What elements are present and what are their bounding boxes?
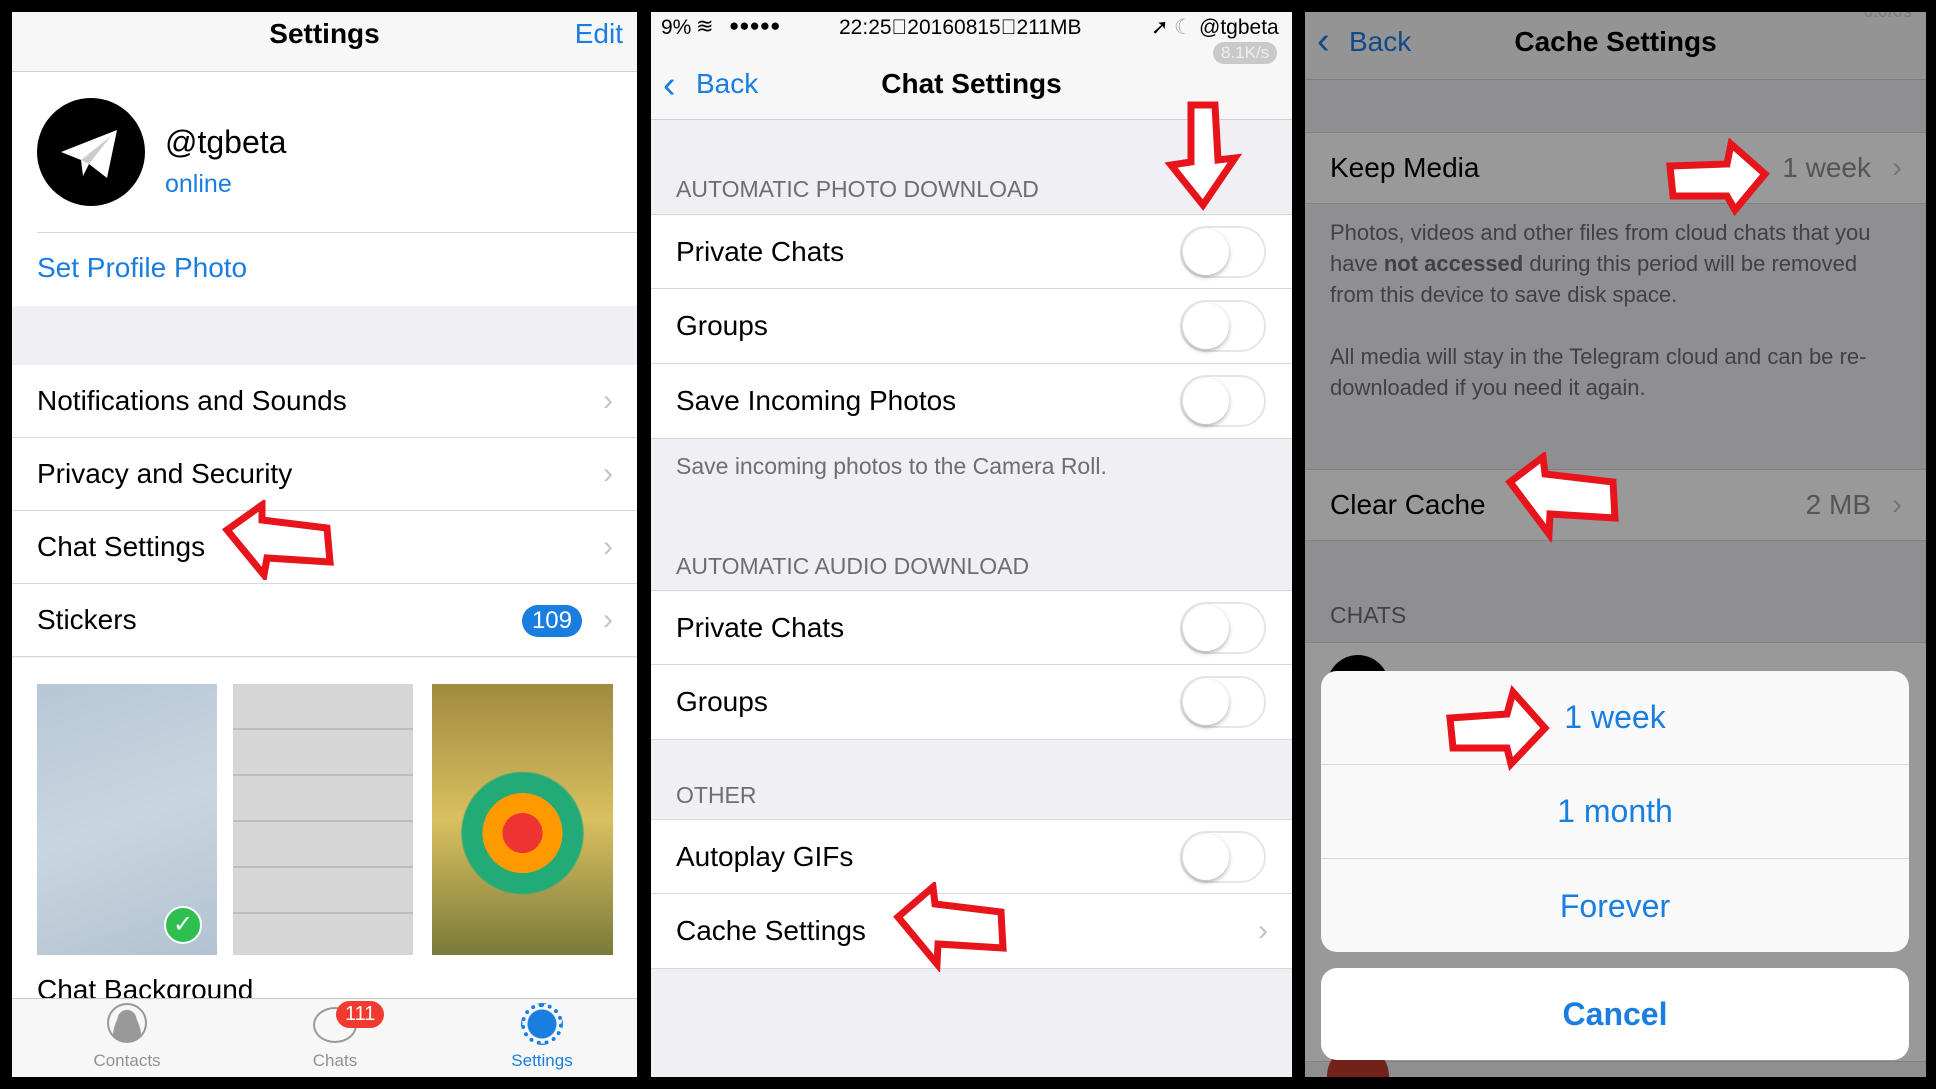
wallpaper-section: ✓ Chat Background (12, 658, 637, 1005)
tab-label: Settings (511, 1051, 573, 1070)
tab-settings[interactable]: Settings (477, 1003, 607, 1071)
toggle-row[interactable]: Groups (651, 665, 1292, 740)
toggle-switch[interactable] (1180, 375, 1266, 427)
red-arrow-annotation (222, 500, 334, 580)
option-forever[interactable]: Forever (1321, 859, 1909, 952)
avatar (37, 98, 145, 206)
toggle-switch[interactable] (1180, 300, 1266, 352)
settings-gear-icon (521, 1003, 563, 1045)
row-label: Private Chats (676, 611, 845, 643)
toggle-row[interactable]: Private Chats (651, 590, 1292, 665)
row-label: Cache Settings (676, 915, 866, 946)
tab-bar: Contacts 111 Chats Settings (12, 998, 637, 1077)
chevron-right-icon: › (603, 457, 613, 490)
section-footer: Save incoming photos to the Camera Roll. (676, 453, 1107, 479)
red-arrow-annotation (893, 882, 1007, 972)
page-title: Chat Settings (881, 68, 1062, 99)
row-notifications[interactable]: Notifications and Sounds › (12, 365, 637, 438)
chevron-right-icon: › (603, 530, 613, 563)
battery-text: 9% (661, 16, 692, 39)
set-profile-photo-link[interactable]: Set Profile Photo (37, 252, 247, 284)
wallpaper-wood[interactable] (233, 684, 413, 955)
page-title: Settings (269, 18, 380, 49)
toggle-switch[interactable] (1180, 676, 1266, 728)
location-icon: ➚ (1151, 16, 1169, 39)
tab-chats[interactable]: 111 Chats (270, 1001, 400, 1071)
toggle-row[interactable]: Save Incoming Photos (651, 364, 1292, 439)
divider (37, 232, 637, 233)
red-arrow-annotation (1164, 101, 1243, 211)
wifi-icon: ≋ (696, 15, 714, 38)
chat-settings-screen: 9% ≋ ●●●●● 22:2520160815211MB ➚ ☾ @tgb… (651, 12, 1292, 1077)
red-arrow-annotation (1505, 452, 1619, 542)
nav-bar: Settings Edit (12, 12, 637, 72)
username: @tgbeta (165, 124, 287, 160)
row-label: Notifications and Sounds (37, 385, 347, 416)
toggle-switch[interactable] (1180, 601, 1266, 654)
red-arrow-annotation (1666, 138, 1770, 217)
speed-badge: 8.1K/s (1213, 42, 1278, 64)
stickers-badge: 109 (521, 605, 582, 637)
red-arrow-annotation (1446, 684, 1550, 772)
toggle-switch[interactable] (1180, 225, 1266, 278)
section-header: AUTOMATIC PHOTO DOWNLOAD (676, 176, 1039, 202)
row-label: Groups (676, 310, 768, 341)
chevron-right-icon: › (603, 603, 613, 636)
toggle-switch[interactable] (1180, 830, 1266, 883)
toggle-row[interactable]: Private Chats (651, 214, 1292, 289)
settings-screen: Settings Edit @tgbeta online Set Profile… (12, 12, 637, 1077)
chats-badge: 111 (336, 1001, 385, 1028)
section-header: AUTOMATIC AUDIO DOWNLOAD (676, 553, 1030, 579)
row-label: Autoplay GIFs (676, 840, 854, 872)
selected-check-icon: ✓ (164, 906, 202, 944)
tab-contacts[interactable]: Contacts (62, 1003, 192, 1071)
row-stickers[interactable]: Stickers 109 › (12, 584, 637, 657)
chevron-right-icon: › (1258, 914, 1268, 947)
wallpaper-umbrella[interactable] (432, 684, 613, 955)
contacts-icon (107, 1003, 147, 1043)
row-label: Chat Settings (37, 531, 206, 562)
tab-label: Chats (312, 1051, 358, 1070)
wallpaper-pattern[interactable]: ✓ (37, 684, 217, 955)
cache-settings-screen: 0.0K/s ‹ Back Cache Settings Keep Media … (1305, 12, 1926, 1077)
option-1-month[interactable]: 1 month (1321, 765, 1909, 859)
status-center: 22:2520160815211MB (839, 16, 1081, 39)
row-label: Groups (676, 686, 768, 717)
tab-label: Contacts (93, 1051, 161, 1070)
row-label: Stickers (37, 604, 137, 635)
cancel-button[interactable]: Cancel (1321, 968, 1909, 1060)
signal-dots: ●●●●● (729, 16, 781, 35)
moon-icon: ☾ (1174, 16, 1193, 39)
row-label: Private Chats (676, 235, 845, 267)
profile-section[interactable]: @tgbeta online Set Profile Photo (12, 72, 637, 306)
section-header: OTHER (676, 782, 757, 808)
row-label: Privacy and Security (37, 458, 293, 489)
status-account: @tgbeta (1199, 16, 1279, 39)
edit-button[interactable]: Edit (575, 18, 623, 50)
chevron-right-icon: › (603, 384, 613, 417)
action-sheet: 1 week 1 month Forever (1321, 671, 1909, 952)
telegram-plane-icon (61, 130, 117, 178)
toggle-row[interactable]: Groups (651, 289, 1292, 364)
online-status: online (165, 170, 232, 198)
row-label: Save Incoming Photos (676, 385, 957, 416)
option-1-week[interactable]: 1 week (1321, 671, 1909, 765)
